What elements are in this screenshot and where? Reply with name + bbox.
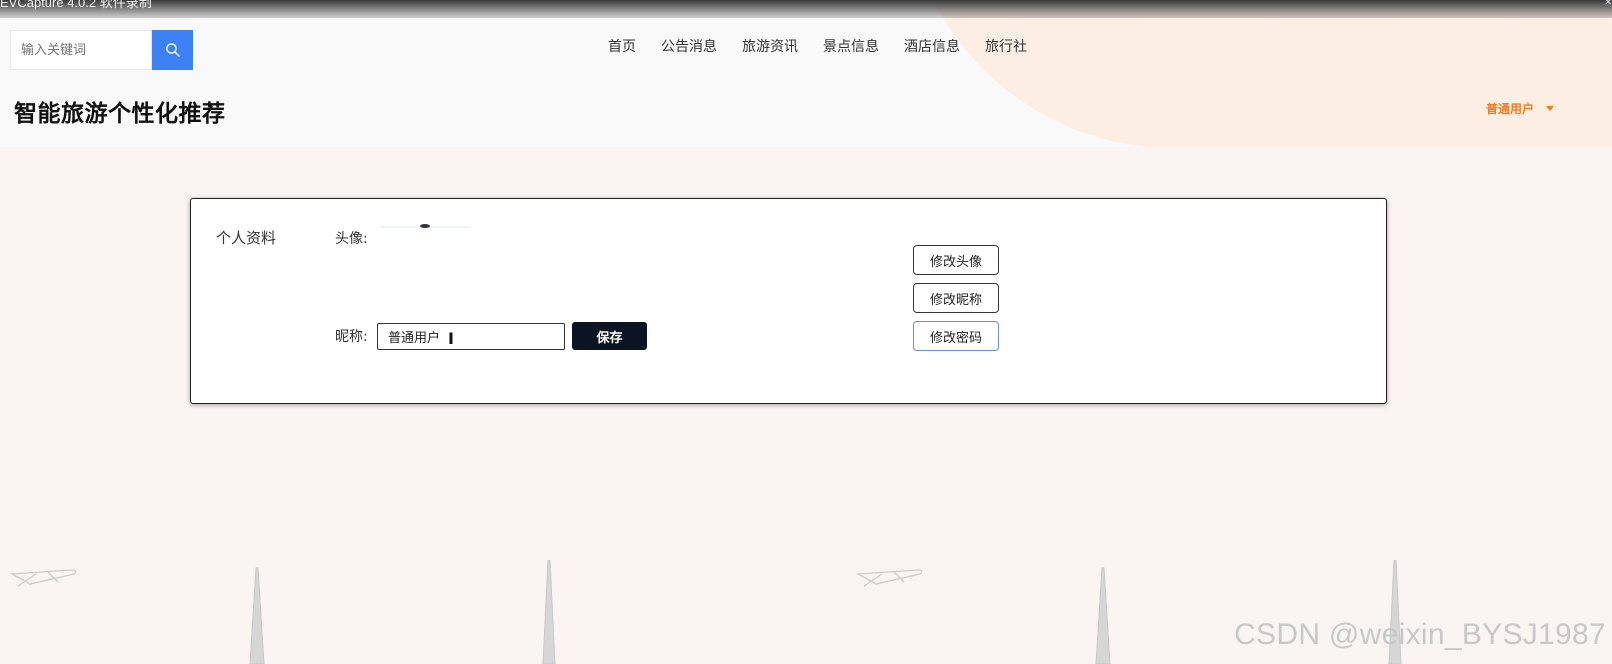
tower-icon	[1095, 567, 1111, 664]
change-nickname-button[interactable]: 修改昵称	[913, 283, 999, 313]
nav-announcements[interactable]: 公告消息	[661, 36, 717, 56]
tower-icon	[249, 567, 265, 664]
nav-travel-agencies[interactable]: 旅行社	[985, 36, 1027, 56]
recording-overlay-bar: EVCapture 4.0.2 软件录制 ×	[0, 0, 1612, 18]
recording-title: EVCapture 4.0.2 软件录制	[0, 0, 152, 10]
search-input[interactable]	[10, 30, 152, 70]
nav-attractions[interactable]: 景点信息	[823, 36, 879, 56]
profile-card: 个人资料 头像: 昵称: I 保存 修改头像 修改昵称 修改密码	[190, 198, 1387, 404]
save-button[interactable]: 保存	[572, 322, 647, 350]
main-nav: 首页 公告消息 旅游资讯 景点信息 酒店信息 旅行社	[608, 36, 1052, 56]
airplane-icon	[9, 569, 77, 587]
user-menu[interactable]: 普通用户	[1486, 100, 1555, 117]
watermark: CSDN @weixin_BYSJ1987	[1234, 618, 1606, 651]
change-password-button[interactable]: 修改密码	[913, 321, 999, 351]
caret-down-icon	[1546, 106, 1555, 111]
avatar-label: 头像:	[335, 231, 368, 247]
site-title: 智能旅游个性化推荐	[14, 101, 226, 127]
nav-home[interactable]: 首页	[608, 36, 636, 56]
text-cursor-icon: I	[448, 329, 454, 348]
user-menu-label: 普通用户	[1486, 102, 1535, 116]
profile-section-label: 个人资料	[216, 229, 277, 247]
search-icon	[165, 43, 180, 57]
tower-icon	[542, 560, 556, 664]
search-button[interactable]	[152, 30, 193, 70]
close-icon[interactable]: ×	[1604, 0, 1612, 8]
nickname-label: 昵称:	[335, 329, 368, 345]
avatar-image	[381, 224, 471, 228]
change-avatar-button[interactable]: 修改头像	[913, 245, 999, 275]
site-header: 首页 公告消息 旅游资讯 景点信息 酒店信息 旅行社 智能旅游个性化推荐 普通用…	[0, 0, 1612, 147]
nickname-input[interactable]	[377, 323, 565, 350]
airplane-icon	[855, 569, 923, 587]
nav-hotels[interactable]: 酒店信息	[904, 36, 960, 56]
header-decoration	[905, 0, 1612, 147]
nav-travel-news[interactable]: 旅游资讯	[742, 36, 798, 56]
search-bar	[10, 30, 193, 70]
